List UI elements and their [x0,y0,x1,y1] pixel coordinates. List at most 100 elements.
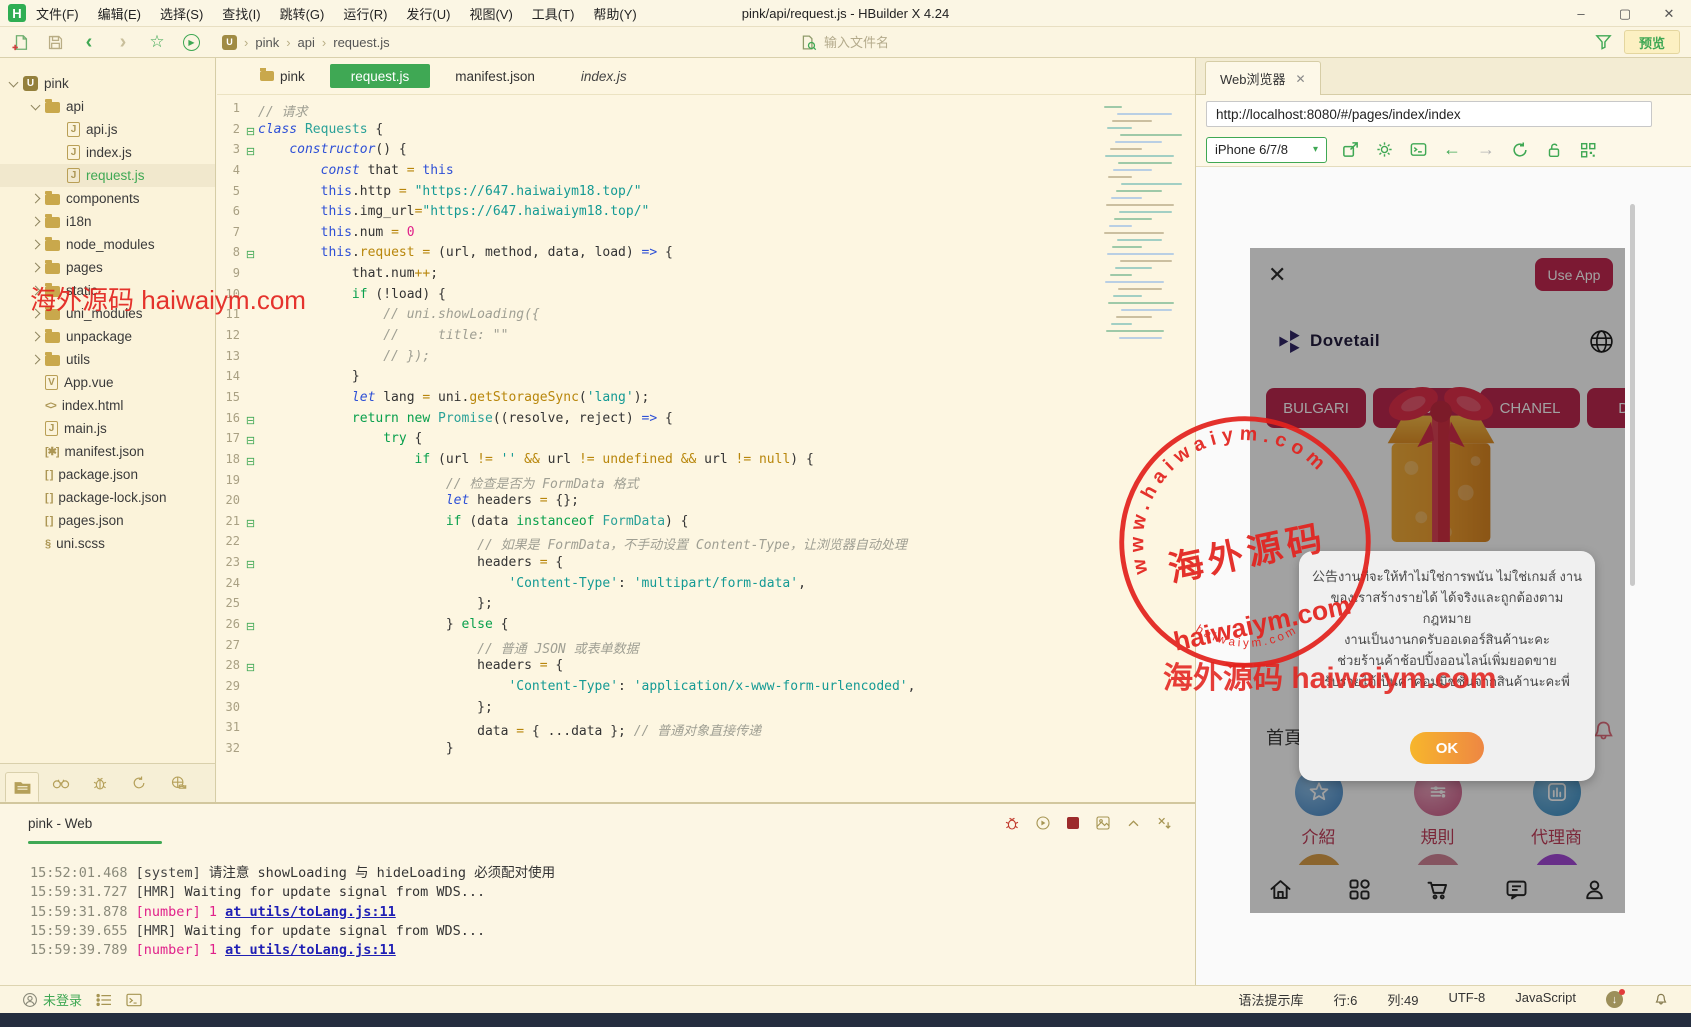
tree-item-pink[interactable]: Upink [0,72,215,95]
menu-item[interactable]: 视图(V) [469,4,512,23]
menu-item[interactable]: 运行(R) [343,4,387,23]
browser-back-icon[interactable]: ← [1441,139,1463,161]
chevron-icon[interactable] [30,354,41,365]
fold-marker[interactable]: ⊟ [243,514,258,535]
search-input[interactable] [824,35,1130,50]
fold-marker[interactable]: ⊟ [243,658,258,679]
tab-project-files[interactable] [5,772,39,802]
tree-item-components[interactable]: components [0,187,215,210]
maximize-button[interactable]: ▢ [1603,0,1647,27]
tree-item-App.vue[interactable]: V App.vue [0,371,215,394]
chevron-icon[interactable] [30,239,41,250]
login-status[interactable]: 未登录 [22,990,82,1009]
tree-item-index.html[interactable]: <> index.html [0,394,215,417]
tab-debug-bug-icon[interactable] [83,768,117,798]
minimize-button[interactable]: – [1559,0,1603,27]
log-link[interactable]: at utils/toLang.js:11 [225,942,396,958]
navigate-forward-icon[interactable]: › [110,31,136,53]
menu-item[interactable]: 跳转(G) [280,4,325,23]
chevron-icon[interactable] [30,331,41,342]
tree-item-i18n[interactable]: i18n [0,210,215,233]
fold-marker[interactable]: ⊟ [243,431,258,452]
menu-item[interactable]: 发行(U) [406,4,450,23]
tab-globe-icon[interactable] [161,768,195,798]
tree-item-unpackage[interactable]: unpackage [0,325,215,348]
tree-item-request.js[interactable]: Jrequest.js [0,164,215,187]
bookmark-star-icon[interactable]: ☆ [144,31,170,53]
fold-marker[interactable]: ⊟ [243,411,258,432]
chevron-icon[interactable] [30,308,41,319]
fold-marker[interactable]: ⊟ [243,245,258,266]
menu-item[interactable]: 选择(S) [160,4,203,23]
tree-item-static[interactable]: static [0,279,215,302]
breadcrumb-item[interactable]: pink [255,35,279,50]
menu-item[interactable]: 编辑(E) [98,4,141,23]
debug-bug-icon[interactable] [1004,815,1020,831]
chevron-icon[interactable] [30,193,41,204]
minimap[interactable] [1100,100,1192,800]
terminal-icon[interactable] [126,993,142,1007]
new-file-icon[interactable] [8,31,34,53]
fold-marker[interactable]: ⊟ [243,142,258,163]
update-download-icon[interactable]: ↓ [1606,989,1625,1008]
devtools-console-icon[interactable] [1407,139,1429,161]
chevron-icon[interactable] [30,285,41,296]
tab-search-icon[interactable] [44,768,78,798]
tree-item-uni.scss[interactable]: § uni.scss [0,532,215,555]
menu-item[interactable]: 帮助(Y) [593,4,636,23]
menu-item[interactable]: 文件(F) [36,4,79,23]
url-input[interactable] [1206,101,1652,127]
clear-close-icon[interactable] [1156,815,1173,831]
tree-item-index.js[interactable]: Jindex.js [0,141,215,164]
ok-button[interactable]: OK [1410,732,1484,764]
browser-tab[interactable]: Web浏览器 ✕ [1205,61,1321,95]
tree-item-pages.json[interactable]: [ ] pages.json [0,509,215,532]
navigate-back-icon[interactable]: ‹ [76,31,102,53]
device-selector[interactable]: iPhone 6/7/8 ▾ [1206,136,1327,163]
tree-item-node_modules[interactable]: node_modules [0,233,215,256]
open-external-icon[interactable] [1339,139,1361,161]
tree-item-uni_modules[interactable]: uni_modules [0,302,215,325]
editor-tab-index.js[interactable]: index.js [560,64,648,88]
gear-icon[interactable] [1373,139,1395,161]
close-button[interactable]: ✕ [1647,0,1691,27]
chevron-icon[interactable] [30,262,41,273]
export-image-icon[interactable] [1095,815,1111,831]
chevron-icon[interactable] [30,216,41,227]
editor-tab-pink[interactable]: pink [239,64,326,88]
browser-scrollbar[interactable] [1630,204,1635,586]
unlock-icon[interactable] [1543,139,1565,161]
log-link[interactable]: at utils/toLang.js:11 [225,904,396,920]
qr-code-icon[interactable] [1577,139,1599,161]
menu-item[interactable]: 工具(T) [532,4,575,23]
collapse-up-icon[interactable] [1126,816,1141,831]
tree-item-manifest.json[interactable]: [✱] manifest.json [0,440,215,463]
save-icon[interactable] [42,31,68,53]
breadcrumb-item[interactable]: api [298,35,315,50]
restart-icon[interactable] [1035,815,1051,831]
stop-icon[interactable] [1066,816,1080,830]
outline-list-icon[interactable] [96,993,112,1007]
fold-marker[interactable]: ⊟ [243,555,258,576]
preview-button[interactable]: 预览 [1624,30,1680,54]
fold-marker[interactable]: ⊟ [243,617,258,638]
filter-funnel-icon[interactable] [1594,32,1613,51]
menu-item[interactable]: 查找(I) [222,4,260,23]
fold-marker[interactable]: ⊟ [243,452,258,473]
console-tab[interactable]: pink - Web [28,816,92,831]
fold-marker[interactable]: ⊟ [243,122,258,143]
chevron-icon[interactable] [30,100,41,110]
reload-icon[interactable] [1509,139,1531,161]
editor-tab-request.js[interactable]: request.js [329,64,431,88]
tab-refresh-icon[interactable] [122,768,156,798]
tree-item-pages[interactable]: pages [0,256,215,279]
tree-item-main.js[interactable]: Jmain.js [0,417,215,440]
tree-item-utils[interactable]: utils [0,348,215,371]
run-icon[interactable]: ▶ [178,31,204,53]
editor-tab-manifest.json[interactable]: manifest.json [434,64,556,88]
browser-forward-icon[interactable]: → [1475,139,1497,161]
tree-item-package-lock.json[interactable]: [ ] package-lock.json [0,486,215,509]
browser-tab-close-icon[interactable]: ✕ [1296,72,1306,86]
tree-item-package.json[interactable]: [ ] package.json [0,463,215,486]
breadcrumb-item[interactable]: request.js [333,35,389,50]
